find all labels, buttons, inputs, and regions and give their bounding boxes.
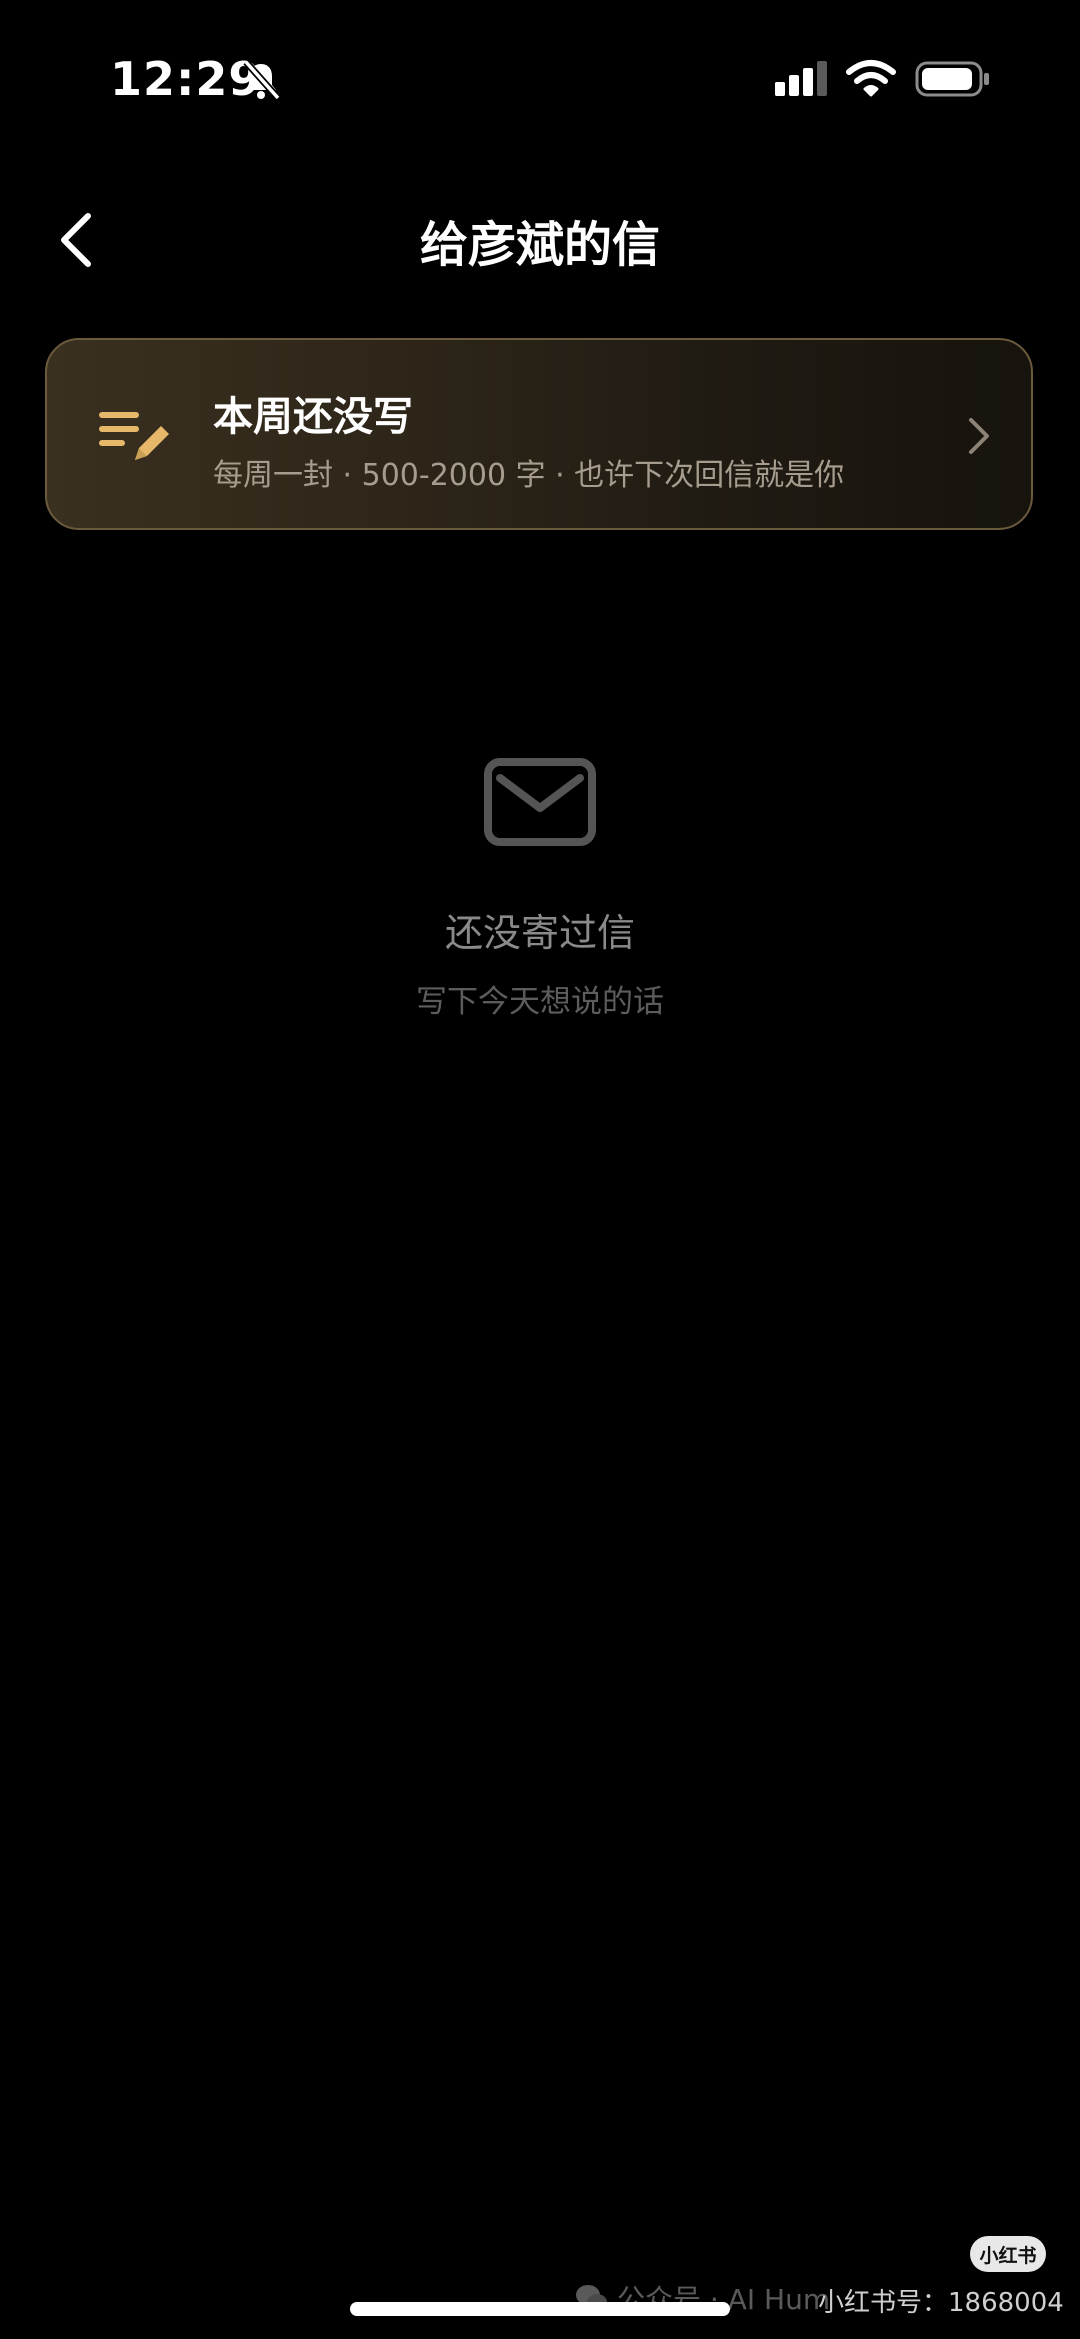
mail-icon — [484, 758, 596, 846]
chevron-right-icon — [969, 418, 989, 454]
card-title: 本周还没写 — [213, 394, 413, 440]
write-list-icon — [99, 412, 169, 460]
card-subtitle: 每周一封 · 500-2000 字 · 也许下次回信就是你 — [213, 458, 845, 493]
status-time: 12:29 — [110, 52, 262, 106]
battery-icon — [915, 61, 989, 97]
status-bar: 12:29 — [0, 0, 1080, 160]
home-indicator[interactable] — [350, 2302, 730, 2316]
wifi-icon — [846, 60, 896, 97]
watermark-right: 小红书号：1868004 — [818, 2288, 1064, 2318]
empty-state-subtitle: 写下今天想说的话 — [416, 984, 664, 1020]
cellular-signal-icon — [775, 61, 827, 96]
bell-muted-icon — [243, 59, 281, 101]
xiaohongshu-badge: 小红书 — [970, 2236, 1046, 2272]
write-letter-card[interactable]: 本周还没写 每周一封 · 500-2000 字 · 也许下次回信就是你 — [45, 338, 1033, 530]
empty-state-title: 还没寄过信 — [444, 911, 635, 955]
page-title: 给彦斌的信 — [419, 217, 660, 273]
